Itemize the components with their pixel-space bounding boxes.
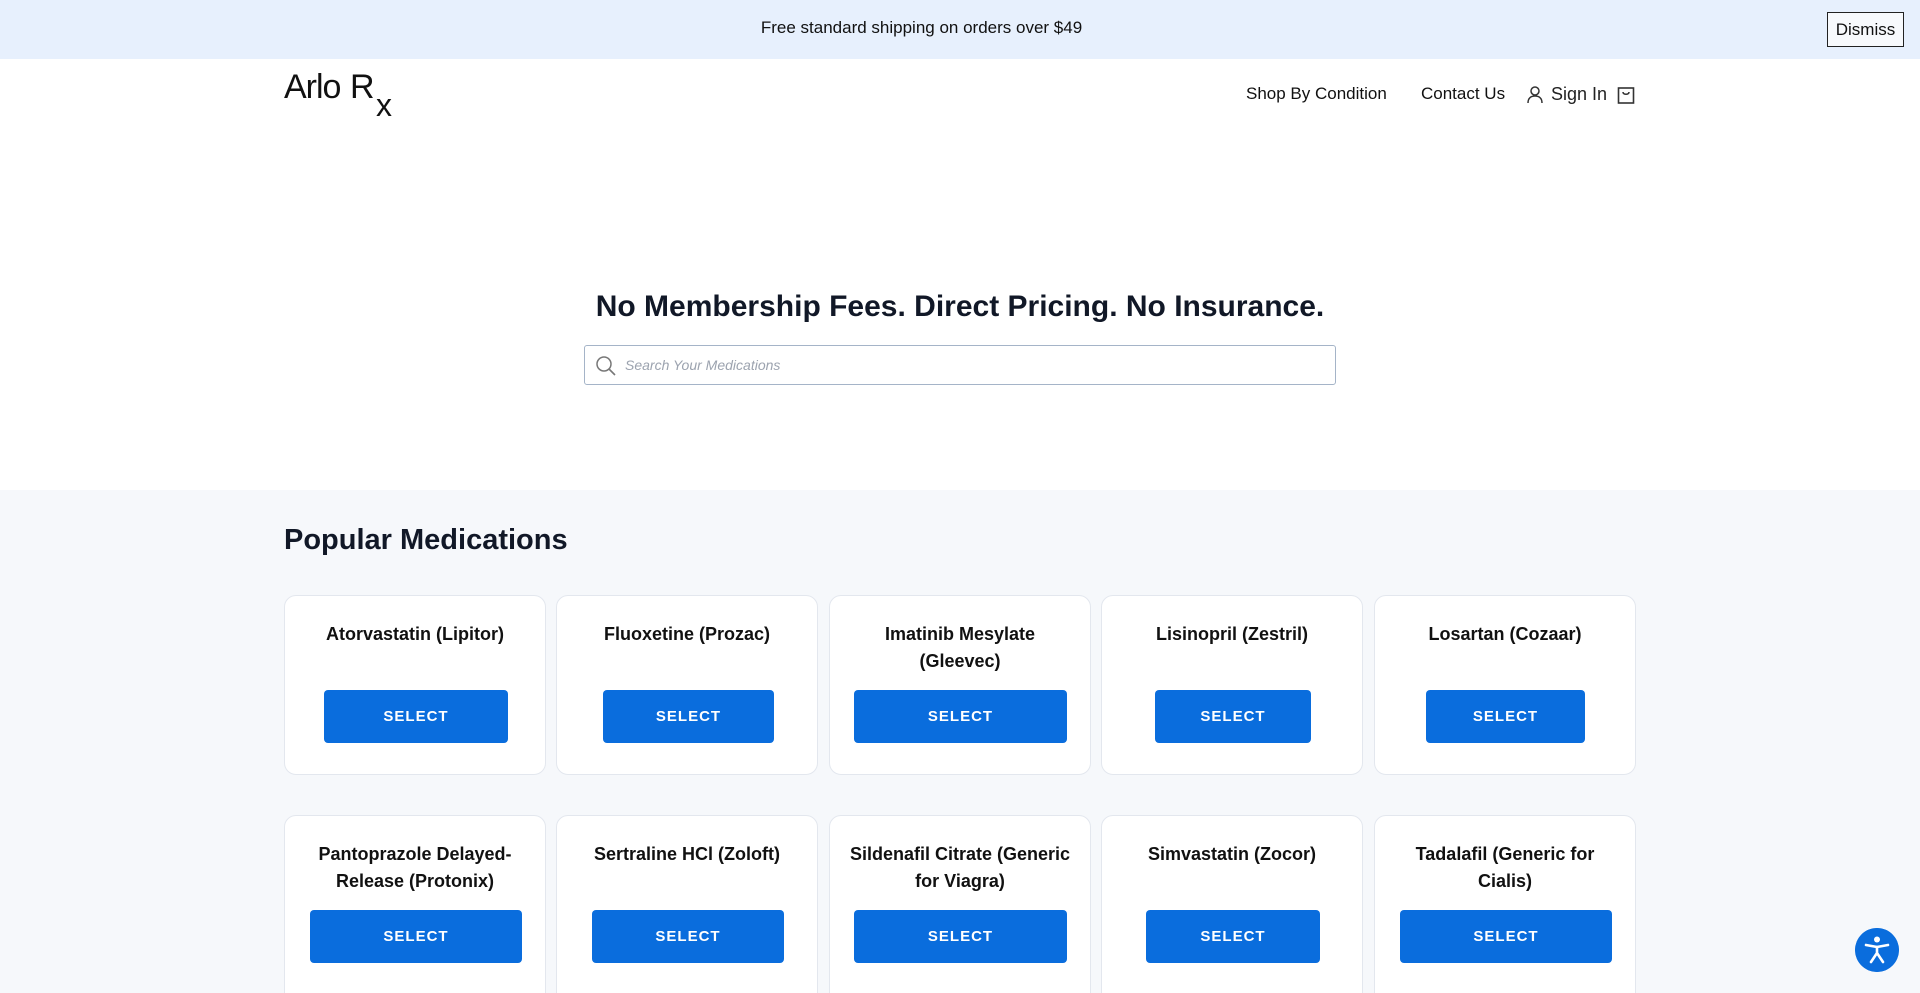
search-box[interactable] bbox=[584, 345, 1336, 385]
medication-card: Pantoprazole Delayed-Release (Protonix) … bbox=[284, 815, 546, 993]
medication-card: Atorvastatin (Lipitor) SELECT bbox=[284, 595, 546, 775]
medication-card: Imatinib Mesylate (Gleevec) SELECT bbox=[829, 595, 1091, 775]
medication-name: Sildenafil Citrate (Generic for Viagra) bbox=[849, 844, 1071, 891]
promo-text: Free standard shipping on orders over $4… bbox=[760, 18, 1083, 37]
medication-name: Simvastatin (Zocor) bbox=[1147, 844, 1317, 864]
medication-name: Imatinib Mesylate (Gleevec) bbox=[884, 624, 1036, 671]
sign-in-link[interactable]: Sign In bbox=[1551, 84, 1607, 105]
select-button[interactable]: SELECT bbox=[1426, 690, 1585, 743]
medication-card: Sildenafil Citrate (Generic for Viagra) … bbox=[829, 815, 1091, 993]
dismiss-button[interactable]: Dismiss bbox=[1827, 12, 1904, 47]
svg-text:Arlo: Arlo bbox=[284, 70, 341, 106]
popular-title: Popular Medications bbox=[284, 524, 568, 556]
promo-banner: Free standard shipping on orders over $4… bbox=[0, 0, 1920, 59]
medication-name: Tadalafil (Generic for Cialis) bbox=[1415, 844, 1595, 891]
medication-card: Fluoxetine (Prozac) SELECT bbox=[556, 595, 818, 775]
hero-title: No Membership Fees. Direct Pricing. No I… bbox=[595, 290, 1325, 323]
select-button[interactable]: SELECT bbox=[1155, 690, 1311, 743]
medication-name: Lisinopril (Zestril) bbox=[1155, 624, 1308, 644]
select-button[interactable]: SELECT bbox=[592, 910, 784, 963]
medication-name: Sertraline HCl (Zoloft) bbox=[593, 844, 780, 864]
arlorx-logo[interactable]: Arlo R x bbox=[284, 70, 410, 118]
select-button[interactable]: SELECT bbox=[310, 910, 522, 963]
medication-name: Atorvastatin (Lipitor) bbox=[326, 624, 504, 644]
nav-contact-us[interactable]: Contact Us bbox=[1421, 84, 1505, 104]
select-button[interactable]: SELECT bbox=[854, 690, 1067, 743]
medication-card: Sertraline HCl (Zoloft) SELECT bbox=[556, 815, 818, 993]
search-icon bbox=[596, 356, 616, 376]
user-icon[interactable] bbox=[1526, 85, 1544, 104]
accessibility-icon[interactable] bbox=[1855, 928, 1899, 972]
medication-card: Losartan (Cozaar) SELECT bbox=[1374, 595, 1636, 775]
nav-shop-by-condition[interactable]: Shop By Condition bbox=[1246, 84, 1387, 104]
select-button[interactable]: SELECT bbox=[854, 910, 1067, 963]
svg-text:R: R bbox=[350, 70, 375, 106]
select-button[interactable]: SELECT bbox=[1146, 910, 1320, 963]
svg-text:x: x bbox=[376, 87, 392, 118]
medication-name: Fluoxetine (Prozac) bbox=[603, 624, 771, 644]
cart-icon[interactable] bbox=[1617, 85, 1635, 104]
medication-card: Lisinopril (Zestril) SELECT bbox=[1101, 595, 1363, 775]
select-button[interactable]: SELECT bbox=[324, 690, 508, 743]
medication-card: Simvastatin (Zocor) SELECT bbox=[1101, 815, 1363, 993]
search-input[interactable] bbox=[625, 347, 1325, 383]
medication-name: Losartan (Cozaar) bbox=[1428, 624, 1582, 644]
select-button[interactable]: SELECT bbox=[1400, 910, 1612, 963]
medication-card: Tadalafil (Generic for Cialis) SELECT bbox=[1374, 815, 1636, 993]
medication-name: Pantoprazole Delayed-Release (Protonix) bbox=[318, 844, 512, 891]
select-button[interactable]: SELECT bbox=[603, 690, 774, 743]
